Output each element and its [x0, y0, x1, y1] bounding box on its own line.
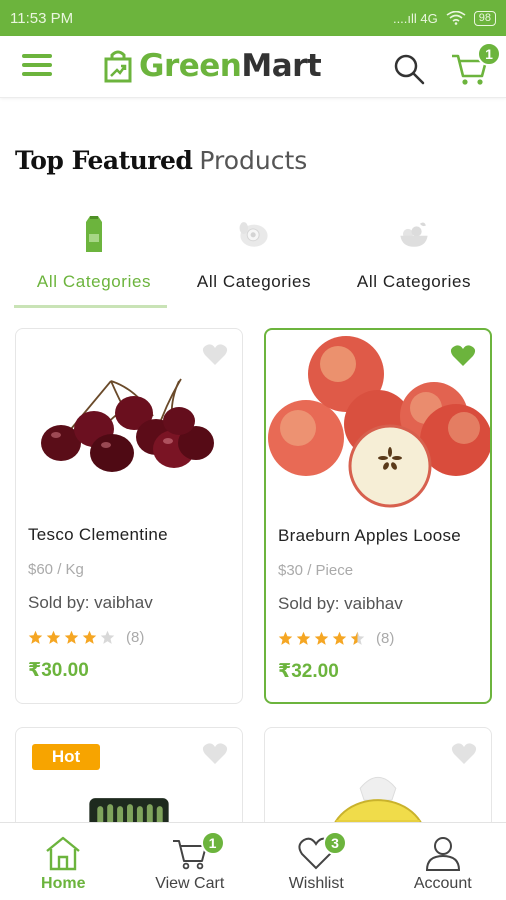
nav-account-label: Account	[413, 875, 472, 892]
search-icon[interactable]	[392, 52, 426, 86]
brand-name-green: Green	[139, 48, 242, 84]
battery-indicator: 98	[473, 10, 496, 26]
star-full-icon	[278, 631, 293, 645]
category-label: All Categories	[196, 272, 312, 291]
star-full-icon	[28, 630, 43, 644]
star-half-icon	[350, 631, 365, 645]
tab-category-milk[interactable]: All Categories	[14, 210, 174, 308]
wishlist-heart-icon[interactable]	[451, 742, 477, 766]
section-title-light: Products	[199, 146, 308, 175]
category-label: All Categories	[356, 272, 472, 291]
star-empty-icon	[100, 630, 115, 644]
app-bar: GreenMart	[0, 36, 506, 98]
nav-wishlist[interactable]: Wishlist 3	[253, 823, 380, 900]
star-full-icon	[46, 630, 61, 644]
tab-category-eggs[interactable]: All Categories	[174, 210, 334, 308]
tab-category-fruits[interactable]: All Categories	[334, 210, 494, 308]
product-name[interactable]: Braeburn Apples Loose	[278, 526, 461, 546]
fruit-bowl-icon	[400, 222, 428, 247]
brand-name: GreenMart	[139, 48, 322, 84]
product-price: ₹30.00	[28, 660, 89, 681]
star-full-icon	[314, 631, 329, 645]
product-rating: (8)	[28, 629, 144, 646]
category-tabs: All Categories All Categories All Catego…	[14, 210, 494, 310]
product-unit-price: $30 / Piece	[278, 562, 354, 579]
menu-icon-line	[22, 63, 52, 67]
star-full-icon	[296, 631, 311, 645]
section-title-bold: Top Featured	[15, 146, 193, 175]
nav-view-cart[interactable]: View Cart 1	[127, 823, 254, 900]
product-card[interactable]: Braeburn Apples Loose $30 / Piece Sold b…	[264, 328, 492, 704]
star-full-icon	[332, 631, 347, 645]
product-name[interactable]: Tesco Clementine	[28, 525, 168, 545]
product-seller: Sold by: vaibhav	[28, 593, 153, 612]
menu-button[interactable]	[22, 54, 52, 78]
page-title: Top Featured Products	[15, 146, 307, 176]
hot-badge: Hot	[32, 744, 100, 770]
nav-account[interactable]: Account	[380, 823, 506, 900]
rating-count: (8)	[376, 630, 395, 647]
menu-icon-line	[22, 54, 52, 58]
cart-count-badge: 1	[477, 42, 501, 66]
product-unit-price: $60 / Kg	[28, 561, 84, 578]
wifi-icon	[446, 11, 466, 25]
user-icon	[425, 837, 460, 871]
product-price: ₹32.00	[278, 661, 339, 682]
product-rating: (8)	[278, 630, 394, 647]
egg-icon	[239, 222, 268, 247]
brand-name-dark: Mart	[241, 48, 322, 84]
nav-home-label: Home	[41, 875, 86, 892]
menu-icon-line	[22, 72, 52, 76]
cart-count-badge: 1	[200, 831, 225, 855]
wishlist-heart-icon[interactable]	[450, 344, 476, 368]
shopping-bag-logo-icon	[104, 50, 132, 83]
product-seller: Sold by: vaibhav	[278, 594, 403, 613]
product-card[interactable]: Tesco Clementine $60 / Kg Sold by: vaibh…	[15, 328, 243, 704]
star-full-icon	[82, 630, 97, 644]
status-bar: 11:53 PM ....ıll 4G 98	[0, 0, 506, 36]
nav-home[interactable]: Home	[0, 823, 127, 900]
rating-count: (8)	[126, 629, 145, 646]
nav-view-cart-label: View Cart	[155, 875, 225, 892]
milk-carton-icon	[86, 216, 102, 252]
wishlist-count-badge: 3	[323, 831, 347, 855]
status-time: 11:53 PM	[10, 9, 74, 27]
brand-logo[interactable]: GreenMart	[103, 48, 322, 84]
wishlist-heart-icon[interactable]	[202, 343, 228, 367]
home-icon	[46, 836, 81, 871]
category-label: All Categories	[36, 272, 152, 291]
star-full-icon	[64, 630, 79, 644]
bottom-navigation: Home View Cart 1 Wishlist 3 Account	[0, 822, 506, 900]
signal-icon: ....ıll 4G	[392, 10, 438, 26]
nav-wishlist-label: Wishlist	[288, 875, 344, 892]
wishlist-heart-icon[interactable]	[202, 742, 228, 766]
